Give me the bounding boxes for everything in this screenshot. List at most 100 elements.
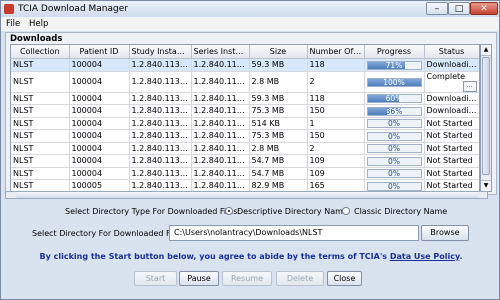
maximize-button[interactable]: □ [448, 2, 470, 15]
cell-progress: 71% [364, 58, 425, 72]
column-header[interactable]: Size [249, 45, 308, 59]
horizontal-scrollbar[interactable] [5, 191, 488, 199]
column-header[interactable]: Status [424, 45, 479, 59]
cell-study: 1.2.840.11365... [129, 92, 192, 105]
cell-size: 59.3 MB [249, 58, 308, 72]
column-header[interactable]: Study Instance ... [129, 45, 192, 59]
table-row[interactable]: NLST1000041.2.840.11365...1.2.840.11365.… [11, 142, 479, 155]
table-row[interactable]: NLST1000041.2.840.11365...1.2.840.11365.… [11, 71, 479, 93]
status-text: Not Started [426, 168, 473, 178]
status-text: Downloading [426, 60, 479, 70]
vertical-scrollbar[interactable]: ▲ ▼ [480, 44, 492, 192]
status-text: Not Started [426, 156, 473, 166]
app-icon [4, 4, 14, 14]
progress-bar: 0% [366, 169, 422, 179]
cell-progress: 36% [364, 104, 425, 118]
column-header[interactable]: Patient ID [69, 45, 130, 59]
cell-images: 1 [307, 117, 365, 130]
cell-series: 1.2.840.11365... [191, 58, 250, 72]
classic-name-radio[interactable] [342, 207, 350, 215]
download-manager-window: TCIA Download Manager – □ ✕ File Help Do… [0, 0, 500, 300]
column-header[interactable]: Collection [11, 45, 70, 59]
cell-status: Not Started [424, 117, 479, 130]
close-button[interactable]: Close [327, 271, 362, 286]
cell-progress: 0% [364, 167, 425, 180]
cell-collection: NLST [11, 154, 70, 168]
cell-status: Downloading [424, 58, 479, 72]
pause-button[interactable]: Pause [179, 271, 219, 286]
table-row[interactable]: NLST1000041.2.840.11365...1.2.840.11365.… [11, 129, 479, 143]
progress-label: 0% [388, 131, 400, 141]
cell-collection: NLST [11, 167, 70, 180]
scroll-down-icon[interactable]: ▼ [481, 180, 491, 191]
start-button[interactable]: Start [134, 271, 177, 286]
descriptive-name-label[interactable]: Descriptive Directory Name [237, 207, 348, 216]
table-row[interactable]: NLST1000041.2.840.11365...1.2.840.11365.… [11, 92, 479, 105]
progress-label: 60% [385, 94, 403, 104]
progress-label: 0% [388, 181, 400, 191]
horizontal-scroll-thumb[interactable] [16, 192, 478, 198]
browse-button[interactable]: Browse [421, 225, 469, 241]
classic-name-label[interactable]: Classic Directory Name [354, 207, 447, 216]
table-row[interactable]: NLST1000041.2.840.11365...1.2.840.11365.… [11, 167, 479, 180]
cell-images: 109 [307, 167, 365, 180]
directory-type-label: Select Directory Type For Downloaded Fil… [65, 207, 241, 216]
cell-images: 118 [307, 92, 365, 105]
cell-collection: NLST [11, 142, 70, 155]
close-window-button[interactable]: ✕ [470, 2, 498, 15]
vertical-scroll-thumb[interactable] [482, 57, 490, 175]
cell-size: 75.3 MB [249, 104, 308, 118]
cell-patient: 100004 [69, 71, 130, 93]
cell-study: 1.2.840.11365... [129, 142, 192, 155]
cell-patient: 100004 [69, 142, 130, 155]
cell-size: 54.7 MB [249, 167, 308, 180]
cell-study: 1.2.840.11365... [129, 71, 192, 93]
menu-file[interactable]: File [6, 19, 20, 29]
table-row[interactable]: NLST1000041.2.840.11365...1.2.840.11365.… [11, 104, 479, 118]
data-use-policy-link[interactable]: Data Use Policy [390, 252, 460, 261]
downloads-table: Collection Patient ID Study Instance ...… [10, 44, 480, 192]
cell-images: 118 [307, 58, 365, 72]
progress-bar: 71% [366, 60, 422, 70]
table-row[interactable]: NLST1000041.2.840.11365...1.2.840.11365.… [11, 58, 479, 72]
menu-help[interactable]: Help [29, 19, 48, 29]
table-row[interactable]: NLST1000041.2.840.11365...1.2.840.11365.… [11, 117, 479, 130]
column-header[interactable]: Number Of Im... [307, 45, 365, 59]
cell-series: 1.2.840.11365... [191, 167, 250, 180]
cell-collection: NLST [11, 117, 70, 130]
cell-status: Downloading [424, 104, 479, 118]
table-row[interactable]: NLST1000041.2.840.11365...1.2.840.11365.… [11, 154, 479, 168]
cell-study: 1.2.840.11365... [129, 117, 192, 130]
progress-label: 100% [383, 77, 405, 87]
table-header-row: Collection Patient ID Study Instance ...… [11, 45, 479, 59]
progress-label: 0% [388, 156, 400, 166]
cell-progress: 0% [364, 117, 425, 130]
cell-patient: 100004 [69, 104, 130, 118]
cell-series: 1.2.840.11365... [191, 154, 250, 168]
cell-patient: 100004 [69, 117, 130, 130]
column-header[interactable]: Progress [364, 45, 425, 59]
cell-progress: 60% [364, 92, 425, 105]
cell-series: 1.2.840.11365... [191, 92, 250, 105]
directory-path-field[interactable]: C:\Users\nolantracy\Downloads\NLST [169, 225, 419, 241]
column-header[interactable]: Series Instanc... [191, 45, 250, 59]
cell-progress: 0% [364, 154, 425, 168]
more-options-icon[interactable]: ... [462, 80, 477, 91]
progress-bar: 0% [366, 156, 422, 166]
descriptive-name-radio[interactable] [225, 207, 233, 215]
title-bar[interactable]: TCIA Download Manager – □ ✕ [1, 1, 499, 18]
cell-collection: NLST [11, 92, 70, 105]
cell-status: Complete... [424, 71, 479, 93]
scroll-up-icon[interactable]: ▲ [481, 45, 491, 56]
status-text: Not Started [426, 131, 473, 141]
cell-collection: NLST [11, 58, 70, 72]
cell-progress: 0% [364, 129, 425, 143]
resume-button[interactable]: Resume [222, 271, 272, 286]
cell-study: 1.2.840.11365... [129, 167, 192, 180]
progress-label: 0% [388, 169, 400, 179]
downloads-panel: Downloads Collection Patient ID Study In… [5, 32, 497, 195]
cell-progress: 100% [364, 71, 425, 93]
delete-button[interactable]: Delete [276, 271, 324, 286]
minimize-button[interactable]: – [426, 2, 448, 15]
status-text: Downloading [426, 93, 479, 103]
